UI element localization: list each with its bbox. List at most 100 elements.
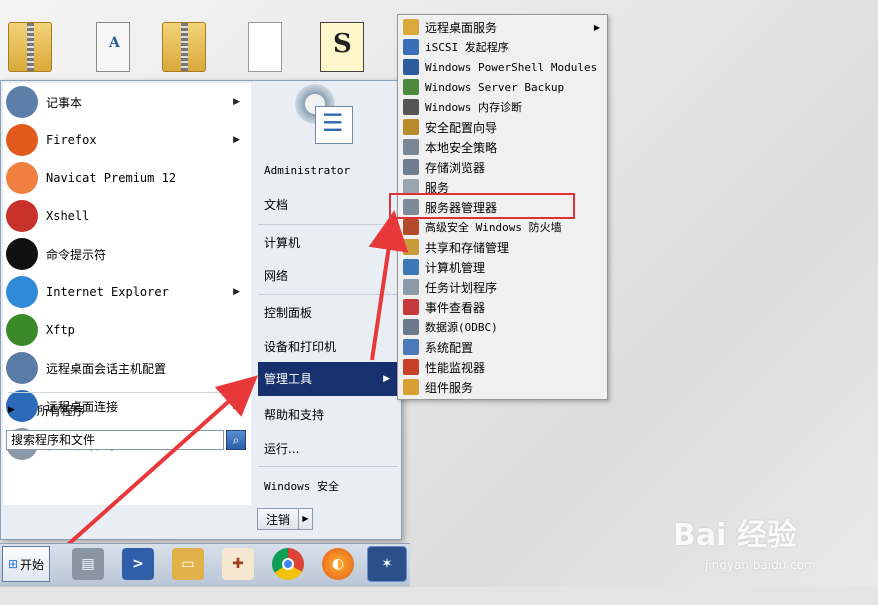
computer-item[interactable]: 计算机 <box>264 232 394 254</box>
admin-tool-item[interactable]: iSCSI 发起程序 <box>399 37 604 57</box>
admin-tool-label: iSCSI 发起程序 <box>425 41 509 54</box>
notepad-icon <box>6 86 38 118</box>
admin-tool-item[interactable]: 存储浏览器 <box>399 157 604 177</box>
run-item[interactable]: 运行... <box>264 438 394 460</box>
server-manager-icon[interactable]: ▤ <box>72 548 104 580</box>
right-divider <box>258 466 398 467</box>
admin-tool-item[interactable]: 安全配置向导 <box>399 117 604 137</box>
control-panel-item[interactable]: 控制面板 <box>264 302 394 324</box>
script-file-icon[interactable] <box>320 22 364 72</box>
program-item[interactable]: Xftp <box>6 312 246 348</box>
all-programs-item[interactable]: ▶ 所有程序 <box>8 400 85 420</box>
start-label: 开始 <box>20 557 45 572</box>
admin-tool-label: 安全配置向导 <box>425 120 498 135</box>
admin-tool-label: 任务计划程序 <box>425 280 498 295</box>
admin-tool-icon <box>403 339 419 355</box>
network-tool-icon[interactable]: ✶ <box>367 546 407 582</box>
admin-tool-icon <box>403 279 419 295</box>
windows-security-item[interactable]: Windows 安全 <box>264 476 394 498</box>
program-label: Internet Explorer <box>46 285 169 299</box>
admin-tool-label: 计算机管理 <box>425 260 486 275</box>
program-label: Navicat Premium 12 <box>46 171 177 185</box>
admin-tools-label: 管理工具 <box>264 372 313 386</box>
admin-tool-label: 数据源(ODBC) <box>425 321 498 334</box>
windows-flag-icon: ⊞ <box>7 557 19 571</box>
admin-tool-item[interactable]: 事件查看器 <box>399 297 604 317</box>
program-item[interactable]: Firefox ▶ <box>6 122 246 158</box>
chevron-right-icon: ▶ <box>233 97 240 107</box>
admin-tool-item[interactable]: 任务计划程序 <box>399 277 604 297</box>
chevron-right-icon: ▶ <box>233 135 240 145</box>
devices-printers-item[interactable]: 设备和打印机 <box>264 336 394 358</box>
xftp-icon <box>6 314 38 346</box>
admin-tool-item[interactable]: 性能监视器 <box>399 357 604 377</box>
admin-tool-icon <box>403 159 419 175</box>
program-label: Firefox <box>46 133 97 147</box>
admin-tool-icon <box>403 99 419 115</box>
checklist-icon <box>315 106 353 144</box>
explorer-icon[interactable]: ▭ <box>172 548 204 580</box>
admin-tool-item[interactable]: 高级安全 Windows 防火墙 <box>399 217 604 237</box>
admin-tools-item[interactable]: 管理工具 ▶ <box>258 362 398 396</box>
start-button[interactable]: ⊞ 开始 <box>2 546 50 582</box>
program-label: Xftp <box>46 323 75 337</box>
program-label: Xshell <box>46 209 90 223</box>
help-support-item[interactable]: 帮助和支持 <box>264 404 394 426</box>
powershell-icon[interactable]: > <box>122 548 154 580</box>
admin-tool-item[interactable]: 远程桌面服务 ▶ <box>399 17 604 37</box>
admin-tool-label: 存储浏览器 <box>425 160 486 175</box>
chrome-icon[interactable] <box>272 548 304 580</box>
program-divider <box>8 392 246 393</box>
chevron-right-icon: ▶ <box>593 22 600 32</box>
program-label: 远程桌面会话主机配置 <box>46 361 167 376</box>
admin-tool-item[interactable]: 计算机管理 <box>399 257 604 277</box>
admin-tool-label: 本地安全策略 <box>425 140 498 155</box>
search-icon[interactable]: ⌕ <box>226 430 246 450</box>
right-divider <box>258 294 398 295</box>
user-picture <box>295 84 357 146</box>
program-item[interactable]: Internet Explorer ▶ <box>6 274 246 310</box>
program-item[interactable]: Navicat Premium 12 <box>6 160 246 196</box>
admin-tool-item[interactable]: 本地安全策略 <box>399 137 604 157</box>
admin-tool-label: 系统配置 <box>425 340 474 355</box>
program-item[interactable]: 命令提示符 <box>6 236 246 272</box>
chevron-right-icon[interactable]: ▶ <box>298 509 312 529</box>
admin-tool-item[interactable]: 组件服务 <box>399 377 604 397</box>
zip-folder-icon[interactable] <box>162 22 206 72</box>
admin-tool-label: 事件查看器 <box>425 300 486 315</box>
admin-tool-label: 高级安全 Windows 防火墙 <box>425 221 562 234</box>
program-item[interactable]: Xshell <box>6 198 246 234</box>
admin-tool-icon <box>403 79 419 95</box>
program-item[interactable]: 远程桌面会话主机配置 <box>6 350 246 386</box>
program-item[interactable]: 记事本 ▶ <box>6 84 246 120</box>
admin-tool-label: Windows Server Backup <box>425 80 565 94</box>
network-item[interactable]: 网络 <box>264 265 394 287</box>
admin-tool-item[interactable]: Windows Server Backup <box>399 77 604 97</box>
documents-item[interactable]: 文档 <box>264 194 394 216</box>
user-name-item[interactable]: Administrator <box>264 160 394 182</box>
chevron-right-icon: ▶ <box>383 374 390 384</box>
firefox-icon[interactable]: ◐ <box>322 548 354 580</box>
baidu-watermark: Bai 经验 jingyan.baidu.com <box>673 518 816 572</box>
admin-tool-icon <box>403 259 419 275</box>
xshell-icon <box>6 200 38 232</box>
rdsh-config-icon <box>6 352 38 384</box>
admin-tool-icon <box>403 139 419 155</box>
admin-tool-icon <box>403 59 419 75</box>
zip-folder-icon[interactable] <box>8 22 52 72</box>
blank-file-icon[interactable] <box>248 22 282 72</box>
admin-tool-item[interactable]: Windows PowerShell Modules <box>399 57 604 77</box>
ie-icon <box>6 276 38 308</box>
firefox-icon <box>6 124 38 156</box>
tool-icon[interactable]: ✚ <box>222 548 254 580</box>
admin-tool-item[interactable]: 系统配置 <box>399 337 604 357</box>
search-input[interactable]: 搜索程序和文件 <box>6 430 224 450</box>
annotation-highlight <box>389 193 575 219</box>
document-icon[interactable] <box>96 22 130 72</box>
admin-tool-item[interactable]: Windows 内存诊断 <box>399 97 604 117</box>
admin-tool-item[interactable]: 数据源(ODBC) <box>399 317 604 337</box>
admin-tool-item[interactable]: 共享和存储管理 <box>399 237 604 257</box>
admin-tool-icon <box>403 19 419 35</box>
admin-tool-label: 性能监视器 <box>425 360 486 375</box>
logout-button[interactable]: 注销 ▶ <box>257 508 313 530</box>
